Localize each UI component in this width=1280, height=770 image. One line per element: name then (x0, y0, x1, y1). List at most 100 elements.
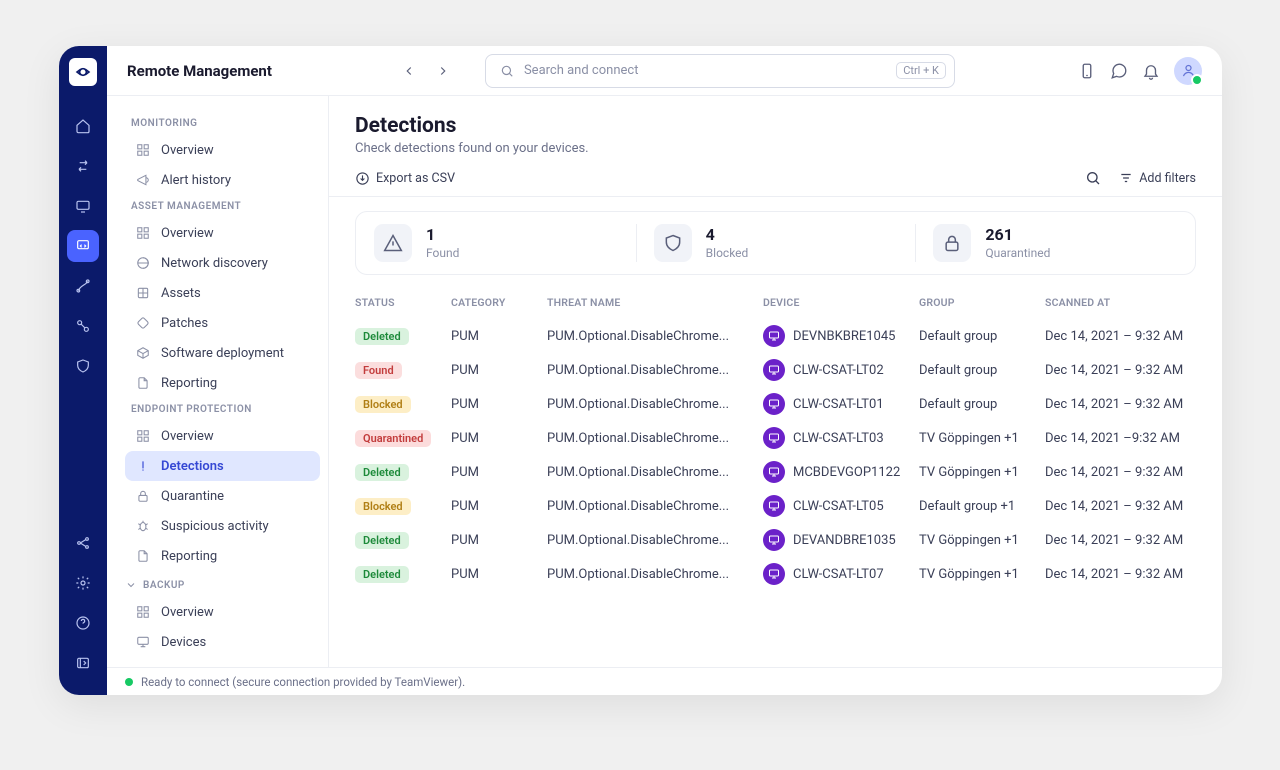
sidebar-item-software-deployment[interactable]: Software deployment (125, 338, 320, 368)
section-monitoring: MONITORING (131, 118, 320, 129)
search-input[interactable]: Search and connect Ctrl + K (485, 54, 955, 88)
cell-group: TV Göppingen +1 (919, 431, 1039, 446)
device-icon (763, 461, 785, 483)
table-search-icon[interactable] (1085, 170, 1101, 186)
sidebar-item-alert-history[interactable]: Alert history (125, 165, 320, 195)
cell-category: PUM (451, 329, 541, 344)
cell-device: CLW-CSAT-LT02 (763, 359, 913, 381)
table-row[interactable]: FoundPUMPUM.Optional.DisableChrome...CLW… (355, 353, 1196, 387)
col-category: CATEGORY (451, 296, 541, 309)
search-icon (500, 64, 514, 78)
sidebar-item-detections[interactable]: Detections (125, 451, 320, 481)
search-placeholder: Search and connect (524, 63, 639, 78)
stat-blocked: 4Blocked (636, 212, 916, 274)
bell-icon[interactable] (1142, 62, 1160, 80)
cell-group: TV Göppingen +1 (919, 567, 1039, 582)
status-text: Ready to connect (secure connection prov… (141, 675, 465, 689)
megaphone-icon (135, 172, 151, 188)
sidebar-item-asset-reporting[interactable]: Reporting (125, 368, 320, 398)
rail-collapse-icon[interactable] (67, 647, 99, 679)
status-dot-icon (125, 678, 133, 686)
warning-icon (374, 224, 412, 262)
section-backup-toggle[interactable]: BACKUP (125, 579, 320, 591)
cell-scanned: Dec 14, 2021 – 9:32 AM (1045, 533, 1196, 548)
rail-workflow-icon[interactable] (67, 270, 99, 302)
cell-category: PUM (451, 465, 541, 480)
topbar: Remote Management Search and connect Ctr… (107, 46, 1222, 96)
status-badge: Quarantined (355, 430, 431, 447)
cell-scanned: Dec 14, 2021 – 9:32 AM (1045, 567, 1196, 582)
sidebar-item-network-discovery[interactable]: Network discovery (125, 248, 320, 278)
cell-device: CLW-CSAT-LT01 (763, 393, 913, 415)
rail-settings-icon[interactable] (67, 567, 99, 599)
grid-icon (135, 285, 151, 301)
table-row[interactable]: DeletedPUMPUM.Optional.DisableChrome...C… (355, 557, 1196, 591)
cell-scanned: Dec 14, 2021 – 9:32 AM (1045, 499, 1196, 514)
rail-transfer-icon[interactable] (67, 150, 99, 182)
sidebar-item-endpoint-reporting[interactable]: Reporting (125, 541, 320, 571)
cell-device: CLW-CSAT-LT03 (763, 427, 913, 449)
sidebar-item-assets[interactable]: Assets (125, 278, 320, 308)
dashboard-icon (135, 225, 151, 241)
rail-plugin-icon[interactable] (67, 527, 99, 559)
nav-forward-icon[interactable] (429, 57, 457, 85)
alert-icon (135, 458, 151, 474)
export-csv-button[interactable]: Export as CSV (355, 171, 455, 186)
table-row[interactable]: BlockedPUMPUM.Optional.DisableChrome...C… (355, 387, 1196, 421)
dashboard-icon (135, 428, 151, 444)
status-badge: Deleted (355, 566, 409, 583)
device-icon (763, 529, 785, 551)
detections-table: STATUS CATEGORY THREAT NAME DEVICE GROUP… (329, 285, 1222, 591)
cell-scanned: Dec 14, 2021 – 9:32 AM (1045, 465, 1196, 480)
col-status: STATUS (355, 296, 445, 309)
monitor-icon (135, 634, 151, 650)
download-icon (355, 171, 370, 186)
filter-icon (1119, 171, 1133, 185)
rail-shield-icon[interactable] (67, 350, 99, 382)
mobile-icon[interactable] (1078, 62, 1096, 80)
add-filters-button[interactable]: Add filters (1119, 171, 1196, 186)
rail-remote-mgmt-icon[interactable] (67, 230, 99, 262)
sidebar-item-backup-overview[interactable]: Overview (125, 597, 320, 627)
table-row[interactable]: DeletedPUMPUM.Optional.DisableChrome...D… (355, 523, 1196, 557)
sidebar-item-backup-devices[interactable]: Devices (125, 627, 320, 657)
status-badge: Deleted (355, 328, 409, 345)
status-badge: Blocked (355, 498, 411, 515)
search-shortcut: Ctrl + K (896, 62, 946, 79)
device-icon (763, 495, 785, 517)
cell-device: CLW-CSAT-LT07 (763, 563, 913, 585)
cell-group: Default group (919, 397, 1039, 412)
rail-devices-icon[interactable] (67, 190, 99, 222)
body: MONITORING Overview Alert history ASSET … (107, 96, 1222, 667)
avatar[interactable] (1174, 57, 1202, 85)
table-row[interactable]: QuarantinedPUMPUM.Optional.DisableChrome… (355, 421, 1196, 455)
main-column: Remote Management Search and connect Ctr… (107, 46, 1222, 695)
table-header: STATUS CATEGORY THREAT NAME DEVICE GROUP… (355, 285, 1196, 319)
bug-icon (135, 518, 151, 534)
rail-help-icon[interactable] (67, 607, 99, 639)
content-area: Detections Check detections found on you… (329, 96, 1222, 667)
table-row[interactable]: DeletedPUMPUM.Optional.DisableChrome...M… (355, 455, 1196, 489)
rail-home-icon[interactable] (67, 110, 99, 142)
cell-group: TV Göppingen +1 (919, 465, 1039, 480)
cell-threat: PUM.Optional.DisableChrome... (547, 431, 757, 446)
sidebar-item-monitoring-overview[interactable]: Overview (125, 135, 320, 165)
cell-scanned: Dec 14, 2021 –9:32 AM (1045, 431, 1196, 446)
app-shell: Remote Management Search and connect Ctr… (59, 46, 1222, 695)
dashboard-icon (135, 142, 151, 158)
sidebar-item-asset-overview[interactable]: Overview (125, 218, 320, 248)
sidebar-item-suspicious[interactable]: Suspicious activity (125, 511, 320, 541)
cell-device: CLW-CSAT-LT05 (763, 495, 913, 517)
app-logo-icon[interactable] (69, 58, 97, 86)
section-asset: ASSET MANAGEMENT (131, 201, 320, 212)
table-row[interactable]: DeletedPUMPUM.Optional.DisableChrome...D… (355, 319, 1196, 353)
nav-back-icon[interactable] (395, 57, 423, 85)
rail-nodes-icon[interactable] (67, 310, 99, 342)
sidebar-item-endpoint-overview[interactable]: Overview (125, 421, 320, 451)
cell-threat: PUM.Optional.DisableChrome... (547, 363, 757, 378)
sidebar-item-patches[interactable]: Patches (125, 308, 320, 338)
nav-rail (59, 46, 107, 695)
chat-icon[interactable] (1110, 62, 1128, 80)
sidebar-item-quarantine[interactable]: Quarantine (125, 481, 320, 511)
table-row[interactable]: BlockedPUMPUM.Optional.DisableChrome...C… (355, 489, 1196, 523)
